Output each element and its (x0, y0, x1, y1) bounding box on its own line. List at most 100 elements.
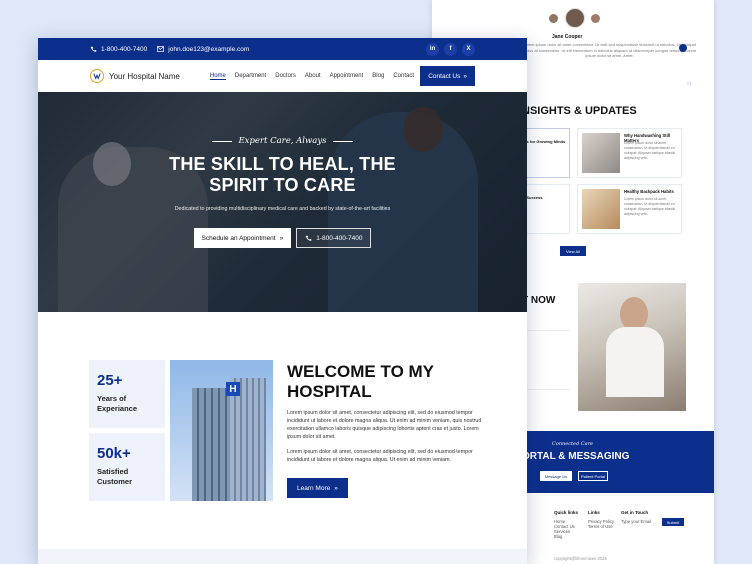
linkedin-icon[interactable]: in (426, 42, 439, 56)
hero-subtitle: Dedicated to providing multidisciplinary… (174, 206, 391, 212)
call-phone-label: 1-800-400-7400 (316, 234, 363, 242)
stat-number: 25+ (97, 372, 123, 389)
phone-contact[interactable]: 1-800-400-7400 (90, 46, 147, 53)
footer-copyright: copyright@lifeunmixes 2026 (554, 556, 607, 561)
social-links: in f X (426, 42, 475, 56)
patient-portal-button[interactable]: Patient Portal (578, 471, 608, 481)
testimonial-text: Lorem ipsum dolor sit amet consectetur. … (522, 42, 697, 58)
welcome-title-line2: HOSPITAL (287, 382, 372, 401)
mail-icon (157, 46, 165, 52)
double-chevron-right-icon: » (334, 484, 338, 492)
nav-item-department[interactable]: Department (235, 73, 266, 80)
blog-card-title: ips for Growing Minds (523, 139, 566, 144)
top-contact-bar: 1-800-400-7400 john.doe123@example.com i… (38, 38, 527, 60)
portal-title: ORTAL & MESSAGING (522, 451, 630, 462)
doctor-photo (578, 283, 686, 411)
double-chevron-right-icon: » (463, 72, 467, 80)
blog-card-text: Lorem ipsum dolor sit amet consectetur. … (624, 141, 676, 160)
footer-get-in-touch: Get in Touch Type your Email (621, 510, 651, 524)
main-navigation: Your Hospital Name Home Department Docto… (38, 60, 527, 92)
footer-quick-links: Quick links Home Contact Us Services Blo… (554, 510, 578, 539)
tagline-line-left (212, 140, 233, 142)
learn-more-button[interactable]: Learn More » (287, 478, 348, 498)
welcome-section: WELCOME TO MY HOSPITAL Lorem ipsum dolor… (287, 362, 487, 464)
stat-number: 50k+ (97, 445, 131, 462)
call-phone-button[interactable]: 1-800-400-7400 (296, 228, 372, 248)
quote-icon: " (686, 80, 693, 96)
footer-link[interactable]: Terms of Use (588, 524, 614, 529)
tagline-line-right (332, 140, 353, 142)
stat-card-customers: 50k+ Satisfied Customer (89, 433, 165, 501)
schedule-appointment-label: Schedule an Appointment (201, 234, 276, 242)
email-contact[interactable]: john.doe123@example.com (157, 46, 249, 53)
logo-text: Your Hospital Name (109, 71, 180, 81)
contact-form (522, 330, 570, 390)
testimonial-name: Jane Cooper (552, 34, 583, 40)
x-twitter-icon[interactable]: X (462, 42, 475, 56)
footer-heading: Quick links (554, 510, 579, 515)
welcome-title-line1: WELCOME TO MY (287, 362, 435, 381)
message-us-button[interactable]: Message Us (540, 471, 572, 481)
insights-title: NSIGHTS & UPDATES (522, 105, 637, 117)
hospital-sign: H (226, 382, 240, 396)
testimonial-next-button[interactable] (679, 44, 687, 52)
welcome-paragraph-2: Lorem ipsum dolor sit amet, consectetur … (287, 449, 473, 463)
nav-item-appointment[interactable]: Appointment (330, 73, 364, 80)
nav-menu: Home Department Doctors About Appointmen… (209, 73, 414, 80)
building-tower-right (230, 378, 266, 501)
facebook-icon[interactable]: f (444, 42, 457, 56)
welcome-title: WELCOME TO MY HOSPITAL (287, 362, 487, 402)
nav-item-about[interactable]: About (305, 73, 321, 80)
hero-title-line1: THE SKILL TO HEAL, THE (169, 154, 396, 174)
footer-heading: Get in Touch (621, 510, 649, 515)
blog-card-text: Lorem ipsum dolor sit amet consectetur. … (624, 197, 676, 216)
testimonial-avatar-left (549, 14, 558, 23)
view-all-button[interactable]: View All (560, 246, 586, 256)
footer-email-input[interactable]: Type your Email (621, 519, 651, 524)
hero-tagline: Expert Care, Always (38, 136, 527, 146)
footer-submit-button[interactable]: Submit (662, 518, 684, 526)
nav-item-doctors[interactable]: Doctors (275, 73, 296, 80)
nav-item-blog[interactable]: Blog (372, 73, 384, 80)
backpack-image (582, 189, 620, 229)
next-section-band (38, 549, 527, 564)
main-page: 1-800-400-7400 john.doe123@example.com i… (38, 38, 527, 564)
stat-label: Satisfied Customer (97, 467, 157, 487)
blog-card-backpack[interactable]: Healthy Backpack Habits Lorem ipsum dolo… (577, 184, 682, 234)
blog-card-handwashing[interactable]: Why Handwashing Still Matters Lorem ipsu… (577, 128, 682, 178)
handwashing-image (582, 133, 620, 173)
portal-tag: Connected Care (552, 441, 593, 447)
tagline-text: Expert Care, Always (238, 136, 327, 146)
hero-buttons: Schedule an Appointment » 1-800-400-7400 (38, 228, 527, 248)
hero-section: Expert Care, Always THE SKILL TO HEAL, T… (38, 92, 527, 312)
nav-item-contact[interactable]: Contact (393, 73, 414, 80)
schedule-appointment-button[interactable]: Schedule an Appointment » (193, 228, 292, 248)
contact-us-label: Contact Us (428, 72, 461, 80)
hospital-logo-icon (90, 69, 104, 83)
stat-label-line1: Satisfied (97, 467, 129, 476)
stat-label-line2: Experiance (97, 404, 138, 413)
welcome-paragraph-1: Lorem ipsum dolor sit amet, consectetur … (287, 410, 482, 440)
stat-card-years: 25+ Years of Experiance (89, 360, 165, 428)
testimonial-avatar-right (591, 14, 600, 23)
footer-link[interactable]: Blog (554, 534, 578, 539)
stat-label-line2: Customer (97, 477, 133, 486)
learn-more-label: Learn More (297, 484, 331, 492)
hero-title: THE SKILL TO HEAL, THE SPIRIT TO CARE (38, 154, 527, 196)
phone-icon (305, 235, 312, 241)
stat-label-line1: Years of (97, 394, 127, 403)
stat-label: Years of Experiance (97, 394, 157, 414)
phone-number: 1-800-400-7400 (101, 45, 148, 53)
email-address: john.doe123@example.com (168, 45, 250, 53)
footer-heading: Links (588, 510, 600, 515)
blog-card-title: Healthy Backpack Habits (624, 189, 674, 194)
hospital-building-image: H (170, 360, 273, 501)
site-logo[interactable]: Your Hospital Name (90, 69, 180, 83)
footer-links: Links Privacy Policy Terms of Use (588, 510, 614, 529)
nav-item-home[interactable]: Home (209, 73, 226, 80)
testimonial-avatar-main (565, 8, 585, 28)
hero-content: Expert Care, Always THE SKILL TO HEAL, T… (38, 136, 527, 248)
hero-title-line2: SPIRIT TO CARE (209, 175, 356, 195)
double-chevron-right-icon: » (279, 234, 284, 242)
contact-us-button[interactable]: Contact Us » (420, 66, 475, 86)
